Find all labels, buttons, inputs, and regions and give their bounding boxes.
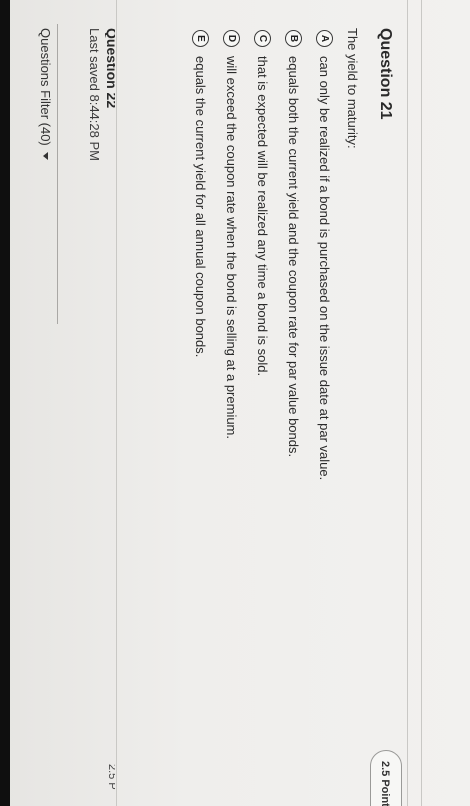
- option-text-c: that is expected will be realized any ti…: [255, 56, 270, 377]
- option-a[interactable]: A can only be realized if a bond is purc…: [309, 30, 340, 770]
- question-prompt: The yield to maturity:: [345, 28, 360, 149]
- last-saved-status: Last saved 8:44:28 PM: [87, 28, 102, 161]
- option-letter-e: E: [192, 30, 209, 47]
- question-title: Question 21: [377, 28, 394, 120]
- next-question-points: 2.5 P: [107, 764, 115, 790]
- answer-options: A can only be realized if a bond is purc…: [185, 30, 340, 770]
- option-e[interactable]: E equals the current yield for all annua…: [185, 30, 216, 770]
- option-text-e: equals the current yield for all annual …: [193, 56, 208, 358]
- option-text-a: can only be realized if a bond is purcha…: [317, 56, 332, 481]
- questions-filter-label: Questions Filter (40): [38, 28, 53, 146]
- questions-filter-dropdown[interactable]: Questions Filter (40): [38, 28, 53, 160]
- points-badge: 2.5 Points: [370, 750, 402, 806]
- option-b[interactable]: B equals both the current yield and the …: [278, 30, 309, 770]
- option-letter-b: B: [285, 30, 302, 47]
- option-letter-c: C: [254, 30, 271, 47]
- option-letter-d: D: [223, 30, 240, 47]
- option-text-d: will exceed the coupon rate when the bon…: [224, 56, 239, 439]
- top-divider: [421, 0, 422, 806]
- option-letter-a: A: [316, 30, 333, 47]
- option-d[interactable]: D will exceed the coupon rate when the b…: [216, 30, 247, 770]
- option-text-b: equals both the current yield and the co…: [286, 56, 301, 458]
- screen: Question 21 2.5 Points The yield to matu…: [0, 0, 470, 806]
- option-c[interactable]: C that is expected will be realized any …: [247, 30, 278, 770]
- caret-down-icon: [43, 151, 48, 160]
- filter-divider: [57, 24, 58, 324]
- next-question-title: Question 22: [105, 28, 115, 109]
- screen-bezel: [0, 0, 10, 806]
